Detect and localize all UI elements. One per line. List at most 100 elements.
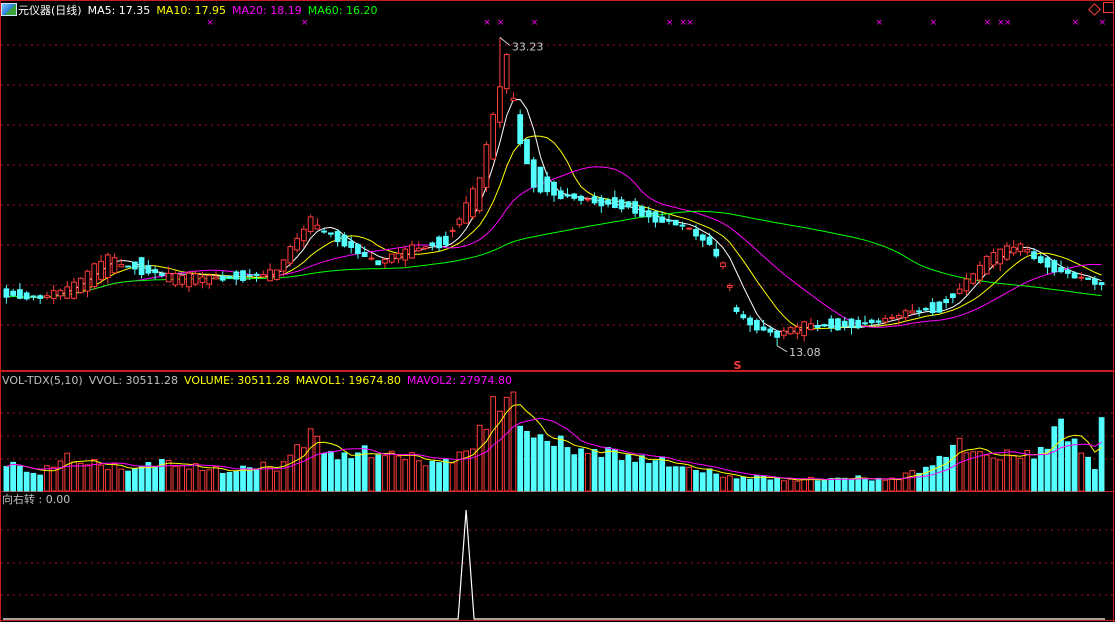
volume-bar [760,475,767,492]
candle-body [1004,245,1010,260]
volume-bar [625,454,632,492]
volume-bar [111,463,118,492]
volume-bar [206,469,213,492]
event-marker: × [686,18,694,28]
volume-label: VOLUME: 30511.28 [184,374,290,387]
volume-bar [537,434,544,492]
volume-bar [571,454,578,492]
volume-bar [713,473,720,492]
candle-body [233,271,240,280]
volume-bar [672,466,679,492]
candle-body [294,237,300,251]
volume-bar [774,477,780,492]
event-marker: × [876,18,884,28]
volume-bar [720,476,726,492]
volume-bar [814,480,821,492]
candle-body [415,247,422,252]
candle-body [848,318,855,328]
stock-chart[interactable]: 33.2313.08S× × × × × × × × × × × × × × × [0,0,1115,622]
candle-body [835,318,841,331]
candle-body [611,197,618,208]
candle-body [64,286,71,299]
candle-body [159,273,165,276]
candle-body [321,230,328,233]
volume-bar [361,445,368,492]
event-marker: × [1004,18,1012,28]
event-marker: × [483,18,491,28]
candle-body [814,325,821,328]
volume-bar [611,448,618,492]
candle-body [172,273,179,286]
volume-bar [64,452,71,492]
volume-bar [909,470,916,492]
candle-body [503,54,510,90]
candle-body [950,293,956,299]
expand-icon[interactable] [1103,2,1114,13]
candle-body [774,330,780,338]
volume-bar [138,465,145,492]
candle-body [300,228,307,242]
volume-bar [267,467,273,492]
volume-bar [997,459,1004,492]
volume-bar [1064,441,1071,492]
candle-body [104,254,111,279]
volume-bar [246,467,253,492]
candle-body [1051,260,1058,273]
mavol2-label: MAVOL2: 27974.80 [406,374,513,387]
candle-body [571,193,578,199]
volume-bar [963,452,970,492]
volume-bar [699,472,706,492]
candle-body [23,292,30,300]
volume-bar [895,479,902,492]
candle-body [84,270,91,292]
vol-tdx-label: VOL-TDX(5,10) [2,374,83,387]
candle-body [557,190,564,199]
candle-body [875,320,882,323]
candle-body [57,289,64,297]
candle-body [199,276,206,283]
candle-body [862,322,868,325]
volume-bar [375,454,382,492]
candle-body [240,270,246,281]
volume-bar [551,445,557,492]
volume-bar [10,461,17,492]
signal-panel-header: 向右转 : 0.00 [2,493,76,506]
volume-bar [37,474,44,492]
event-marker: × [1099,18,1107,28]
candle-body [753,319,760,331]
candle-body [37,295,44,299]
candle-body [219,275,226,281]
volume-bar [821,479,828,492]
candle-body [584,198,591,201]
candle-body [3,288,10,298]
candle-body [125,265,131,268]
volume-bar [740,476,747,492]
candle-body [794,326,801,334]
candle-body [666,219,672,222]
candle-body [625,201,632,208]
candle-body [544,176,551,193]
candle-body [206,274,213,285]
volume-bar [1085,456,1091,492]
volume-bar [578,448,584,492]
low-price-label: 13.08 [789,346,821,359]
candle-body [943,298,949,304]
volume-bar [233,471,240,492]
vvol-label: VVOL: 30511.28 [88,374,179,387]
candle-body [328,232,334,235]
volume-panel-header: VOL-TDX(5,10) VVOL: 30511.28 VOLUME: 30511… [2,374,518,387]
candle-body [537,166,544,193]
candle-body [821,324,828,327]
candle-body [780,330,787,336]
candle-body [355,244,361,255]
volume-bar [956,437,963,492]
candle-body [1037,256,1044,263]
candle-body [483,144,490,188]
low-pointer [776,345,788,353]
event-marker: × [206,18,214,28]
volume-bar [17,465,23,492]
candle-body [1071,272,1078,279]
volume-bar [780,480,787,492]
candle-body [1091,278,1098,285]
candle-body [456,218,463,226]
